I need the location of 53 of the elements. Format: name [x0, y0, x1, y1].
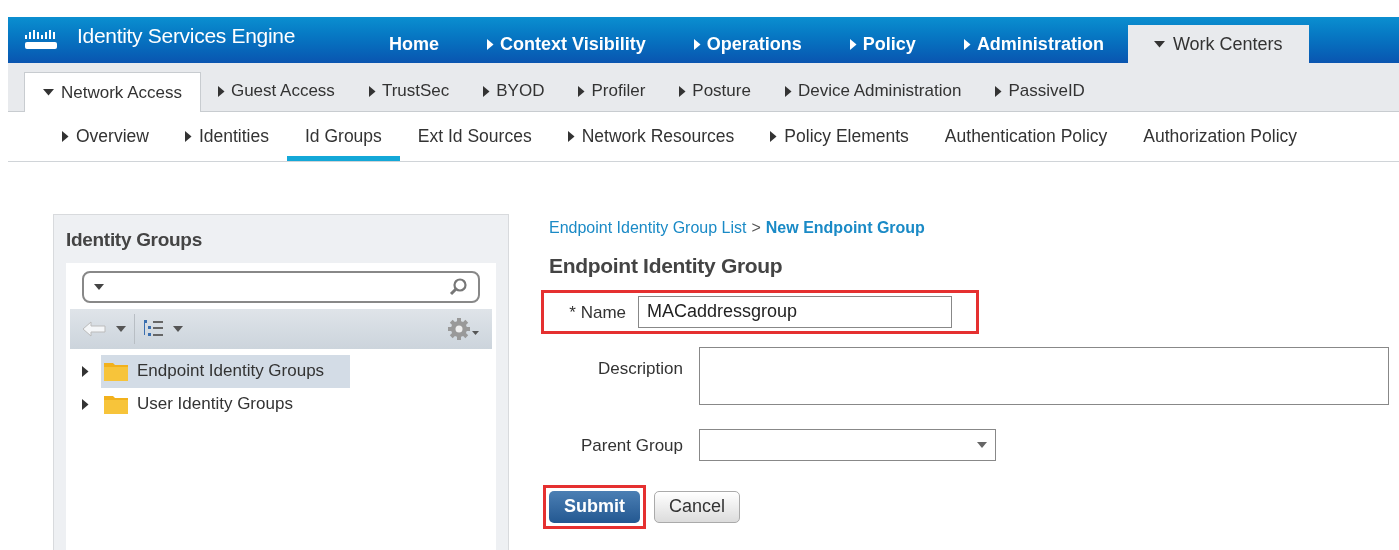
- tree-view-icon[interactable]: [143, 318, 165, 339]
- breadcrumb-link[interactable]: Endpoint Identity Group List: [549, 216, 747, 240]
- sub-tab[interactable]: Authentication Policy: [926, 112, 1126, 161]
- app-title: Identity Services Engine: [77, 23, 296, 50]
- logo-icon: [23, 29, 59, 51]
- section-tab[interactable]: PassiveID: [978, 71, 1102, 111]
- nav-tab[interactable]: Context Visibility: [463, 25, 670, 63]
- field-label: * Name: [568, 301, 626, 324]
- caret-right-icon: [184, 131, 192, 142]
- section-tab[interactable]: Posture: [662, 71, 768, 111]
- search-field[interactable]: [82, 270, 480, 303]
- parent-group-select[interactable]: [699, 428, 996, 461]
- caret-right-icon: [62, 131, 69, 142]
- nav-tab[interactable]: Policy: [825, 25, 940, 63]
- settings-icon[interactable]: [446, 316, 480, 341]
- dropdown-icon: [977, 441, 987, 448]
- caret-icon[interactable]: [173, 325, 183, 332]
- breadcrumb-current: New Endpoint Group: [765, 218, 925, 238]
- section-tab[interactable]: BYOD: [466, 71, 562, 111]
- sub-tab[interactable]: Ext Id Sources: [399, 112, 550, 161]
- cancel-button[interactable]: Cancel: [654, 490, 741, 523]
- folder-icon: [103, 360, 129, 382]
- section-tab[interactable]: Profiler: [561, 71, 663, 111]
- caret-right-icon: [567, 131, 575, 142]
- nav-tab[interactable]: Home: [365, 25, 464, 63]
- sub-tab[interactable]: Identities: [166, 112, 287, 161]
- breadcrumb-separator: >: [751, 218, 761, 238]
- nav-tab[interactable]: Work Centers: [1127, 25, 1309, 63]
- section-tab[interactable]: Device Administration: [767, 71, 979, 111]
- sub-tab[interactable]: Network Resources: [549, 112, 753, 161]
- section-tab[interactable]: Guest Access: [200, 71, 352, 111]
- caret-icon[interactable]: [116, 325, 126, 332]
- sub-tab[interactable]: Policy Elements: [752, 112, 927, 161]
- name-input[interactable]: MACaddressgroup: [638, 295, 952, 328]
- panel-title: Identity Groups: [66, 228, 203, 252]
- nav-tab[interactable]: Operations: [669, 25, 826, 63]
- sub-tab[interactable]: Overview: [44, 112, 167, 161]
- submit-button[interactable]: Submit: [549, 490, 640, 523]
- sub-tab[interactable]: Id Groups: [287, 112, 400, 161]
- dropdown-icon: [94, 283, 104, 290]
- field-label: Description: [596, 357, 683, 380]
- form-title: Endpoint Identity Group: [549, 253, 784, 279]
- folder-icon: [103, 393, 129, 415]
- nav-tab[interactable]: Administration: [939, 25, 1128, 63]
- description-input[interactable]: [699, 346, 1389, 405]
- search-icon: [448, 276, 468, 297]
- tree-item[interactable]: Endpoint Identity Groups: [101, 354, 351, 388]
- section-tab[interactable]: Network Access: [24, 72, 201, 112]
- sub-tab[interactable]: Authorization Policy: [1125, 112, 1316, 161]
- caret-right-icon: [770, 131, 778, 142]
- section-tab[interactable]: TrustSec: [351, 71, 467, 111]
- field-label: Parent Group: [579, 434, 683, 457]
- tree-item[interactable]: User Identity Groups: [101, 387, 319, 421]
